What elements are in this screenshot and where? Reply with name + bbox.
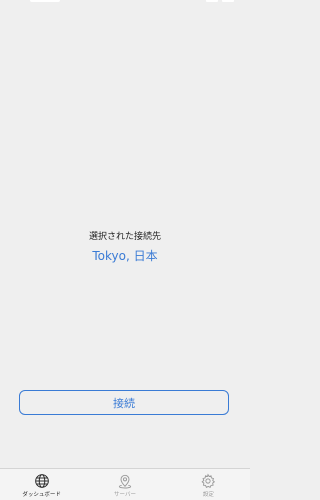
signal-icon	[206, 0, 218, 2]
map-pin-icon	[118, 474, 132, 489]
selected-destination-value[interactable]: Tokyo, 日本	[0, 248, 250, 264]
connect-button[interactable]: 接続	[19, 390, 229, 415]
tab-settings-label: 設定	[202, 492, 214, 498]
status-bar	[0, 0, 250, 6]
status-time	[30, 0, 60, 2]
app-screen: 選択された接続先 Tokyo, 日本 接続 ダッシュボード サーバー 設定	[0, 0, 250, 500]
selected-destination-label: 選択された接続先	[88, 232, 161, 242]
status-icons	[206, 0, 234, 2]
gear-icon	[201, 473, 216, 488]
globe-icon	[34, 474, 49, 488]
tab-servers[interactable]: サーバー	[83, 469, 166, 500]
tab-settings[interactable]: 設定	[167, 469, 250, 500]
battery-icon	[222, 0, 234, 2]
tab-dashboard[interactable]: ダッシュボード	[0, 469, 83, 500]
tab-dashboard-label: ダッシュボード	[22, 492, 61, 498]
tab-servers-label: サーバー	[114, 492, 136, 498]
tab-bar: ダッシュボード サーバー 設定	[0, 468, 250, 500]
selected-destination: 選択された接続先 Tokyo, 日本	[0, 230, 250, 264]
